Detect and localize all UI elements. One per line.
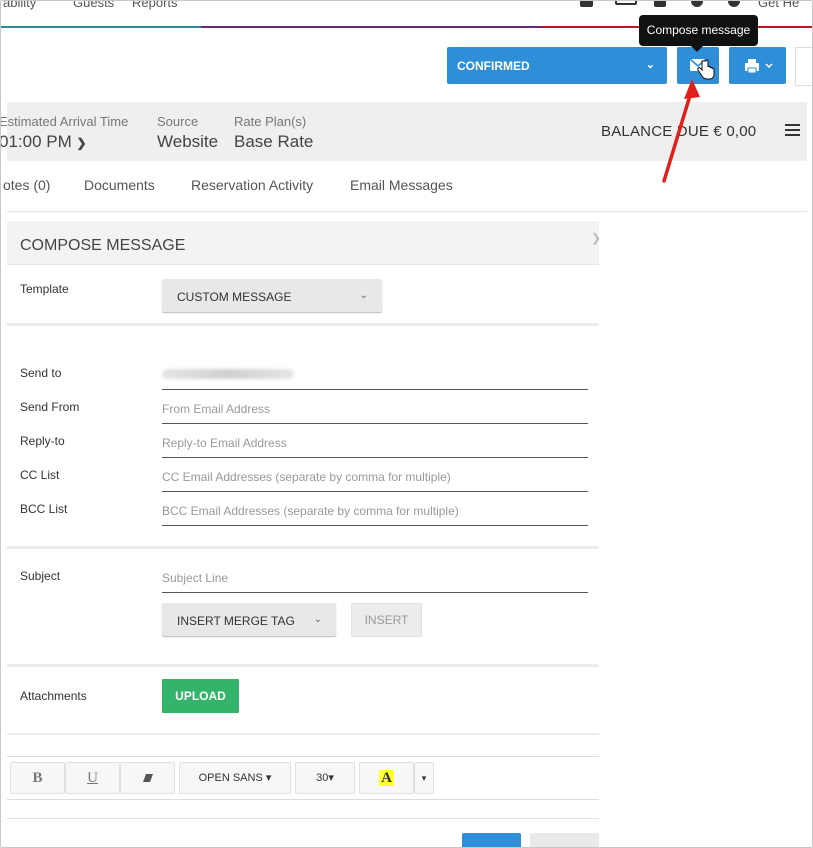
section-divider [7, 733, 599, 735]
source-value: Website [157, 132, 219, 151]
chevron-down-icon: ❯ [76, 136, 87, 150]
redacted-email [162, 369, 294, 379]
subject-placeholder: Subject Line [162, 571, 229, 585]
send-from-label: Send From [20, 400, 80, 414]
bold-button[interactable]: B [10, 762, 65, 794]
font-family-dropdown[interactable]: OPEN SANS ▾ [179, 762, 291, 794]
rate-plan-label: Rate Plan(s) [234, 114, 307, 129]
send-from-placeholder: From Email Address [162, 402, 271, 416]
arrival-time-label: Estimated Arrival Time [0, 114, 129, 129]
chevron-down-icon: ⌄ [313, 614, 322, 625]
template-value: CUSTOM MESSAGE [177, 290, 292, 304]
annotation-arrow [662, 79, 700, 183]
chevron-down-icon: ⌄ [645, 59, 655, 71]
nav-item-availability[interactable]: ability [3, 1, 36, 10]
editor-toolbar: B U OPEN SANS ▾ 30▾ A ▾ [7, 756, 599, 800]
panel-header: COMPOSE MESSAGE ❯ [7, 221, 601, 265]
template-label: Template [20, 282, 69, 296]
arrival-time-value[interactable]: 01:00 PM ❯ [0, 132, 128, 152]
send-button[interactable] [462, 833, 521, 847]
status-label: CONFIRMED [457, 59, 530, 73]
subject-label: Subject [20, 569, 61, 583]
send-to-label: Send to [20, 366, 62, 380]
tab-documents[interactable]: Documents [84, 177, 155, 193]
more-actions-button[interactable] [795, 47, 812, 86]
bcc-list-field[interactable]: BCC Email Addresses (separate by comma f… [162, 497, 588, 526]
pie-chart-icon[interactable] [691, 1, 703, 7]
tooltip: Compose message [639, 15, 758, 52]
gear-icon[interactable] [728, 1, 740, 7]
merge-tag-label: INSERT MERGE TAG [177, 614, 295, 628]
compose-message-panel: COMPOSE MESSAGE ❯ Template CUSTOM MESSAG… [7, 221, 601, 847]
hamburger-menu-icon[interactable] [785, 124, 800, 137]
panel-title: COMPOSE MESSAGE [20, 237, 186, 254]
template-select[interactable]: CUSTOM MESSAGE ⌄ [162, 279, 382, 312]
nav-item-guests[interactable]: Guests [73, 1, 114, 10]
arrival-time: Estimated Arrival Time 01:00 PM ❯ [0, 114, 129, 152]
reply-to-placeholder: Reply-to Email Address [162, 436, 287, 450]
section-divider [7, 664, 599, 667]
cc-list-label: CC List [20, 468, 60, 482]
reply-to-label: Reply-to [20, 434, 65, 448]
printer-icon [745, 59, 773, 74]
reply-to-field[interactable]: Reply-to Email Address [162, 429, 588, 458]
upload-button[interactable]: UPLOAD [162, 679, 239, 713]
chevron-down-icon: ⌄ [359, 290, 368, 301]
rate-plan: Rate Plan(s) Base Rate [234, 114, 313, 152]
bcc-list-label: BCC List [20, 502, 68, 516]
insert-button[interactable]: INSERT [351, 603, 422, 637]
underline-button[interactable]: U [65, 762, 120, 794]
source: Source Website [157, 114, 218, 152]
clear-format-button[interactable] [120, 762, 175, 794]
notifications-icon[interactable] [654, 1, 666, 7]
cc-list-placeholder: CC Email Addresses (separate by comma fo… [162, 470, 451, 484]
merge-tag-select[interactable]: INSERT MERGE TAG ⌄ [162, 603, 336, 636]
section-divider [7, 546, 599, 549]
attachments-label: Attachments [20, 689, 87, 703]
arrival-time-text: 01:00 PM [0, 132, 72, 151]
highlight-color-dropdown[interactable]: ▾ [414, 762, 434, 794]
source-label: Source [157, 114, 199, 129]
status-dropdown[interactable]: CONFIRMED ⌄ [447, 47, 667, 84]
send-from-field[interactable]: From Email Address [162, 395, 588, 424]
tab-reservation-activity[interactable]: Reservation Activity [191, 177, 313, 193]
search-icon[interactable] [580, 1, 593, 7]
subject-field[interactable]: Subject Line [162, 564, 588, 593]
highlight-icon: A [379, 770, 394, 786]
calendar-icon[interactable] [615, 1, 637, 5]
font-size-dropdown[interactable]: 30▾ [295, 762, 355, 794]
section-divider [7, 323, 599, 326]
section-divider [7, 818, 599, 819]
nav-item-help[interactable]: Get He [758, 1, 799, 10]
bcc-list-placeholder: BCC Email Addresses (separate by comma f… [162, 504, 459, 518]
close-icon[interactable]: ❯ [591, 231, 601, 245]
nav-item-reports[interactable]: Reports [132, 1, 178, 10]
rate-plan-value: Base Rate [234, 132, 314, 151]
cc-list-field[interactable]: CC Email Addresses (separate by comma fo… [162, 463, 588, 492]
tab-notes[interactable]: otes (0) [3, 177, 50, 193]
eraser-icon [142, 774, 153, 783]
highlight-color-button[interactable]: A [359, 762, 414, 794]
tab-email-messages[interactable]: Email Messages [350, 177, 453, 193]
print-dropdown-button[interactable] [729, 47, 786, 84]
app-window: ability Guests Reports Get He CONFIRMED … [0, 0, 813, 848]
send-to-field[interactable] [162, 361, 588, 390]
cancel-button[interactable] [530, 833, 599, 847]
nav-accent-rule [1, 26, 201, 28]
